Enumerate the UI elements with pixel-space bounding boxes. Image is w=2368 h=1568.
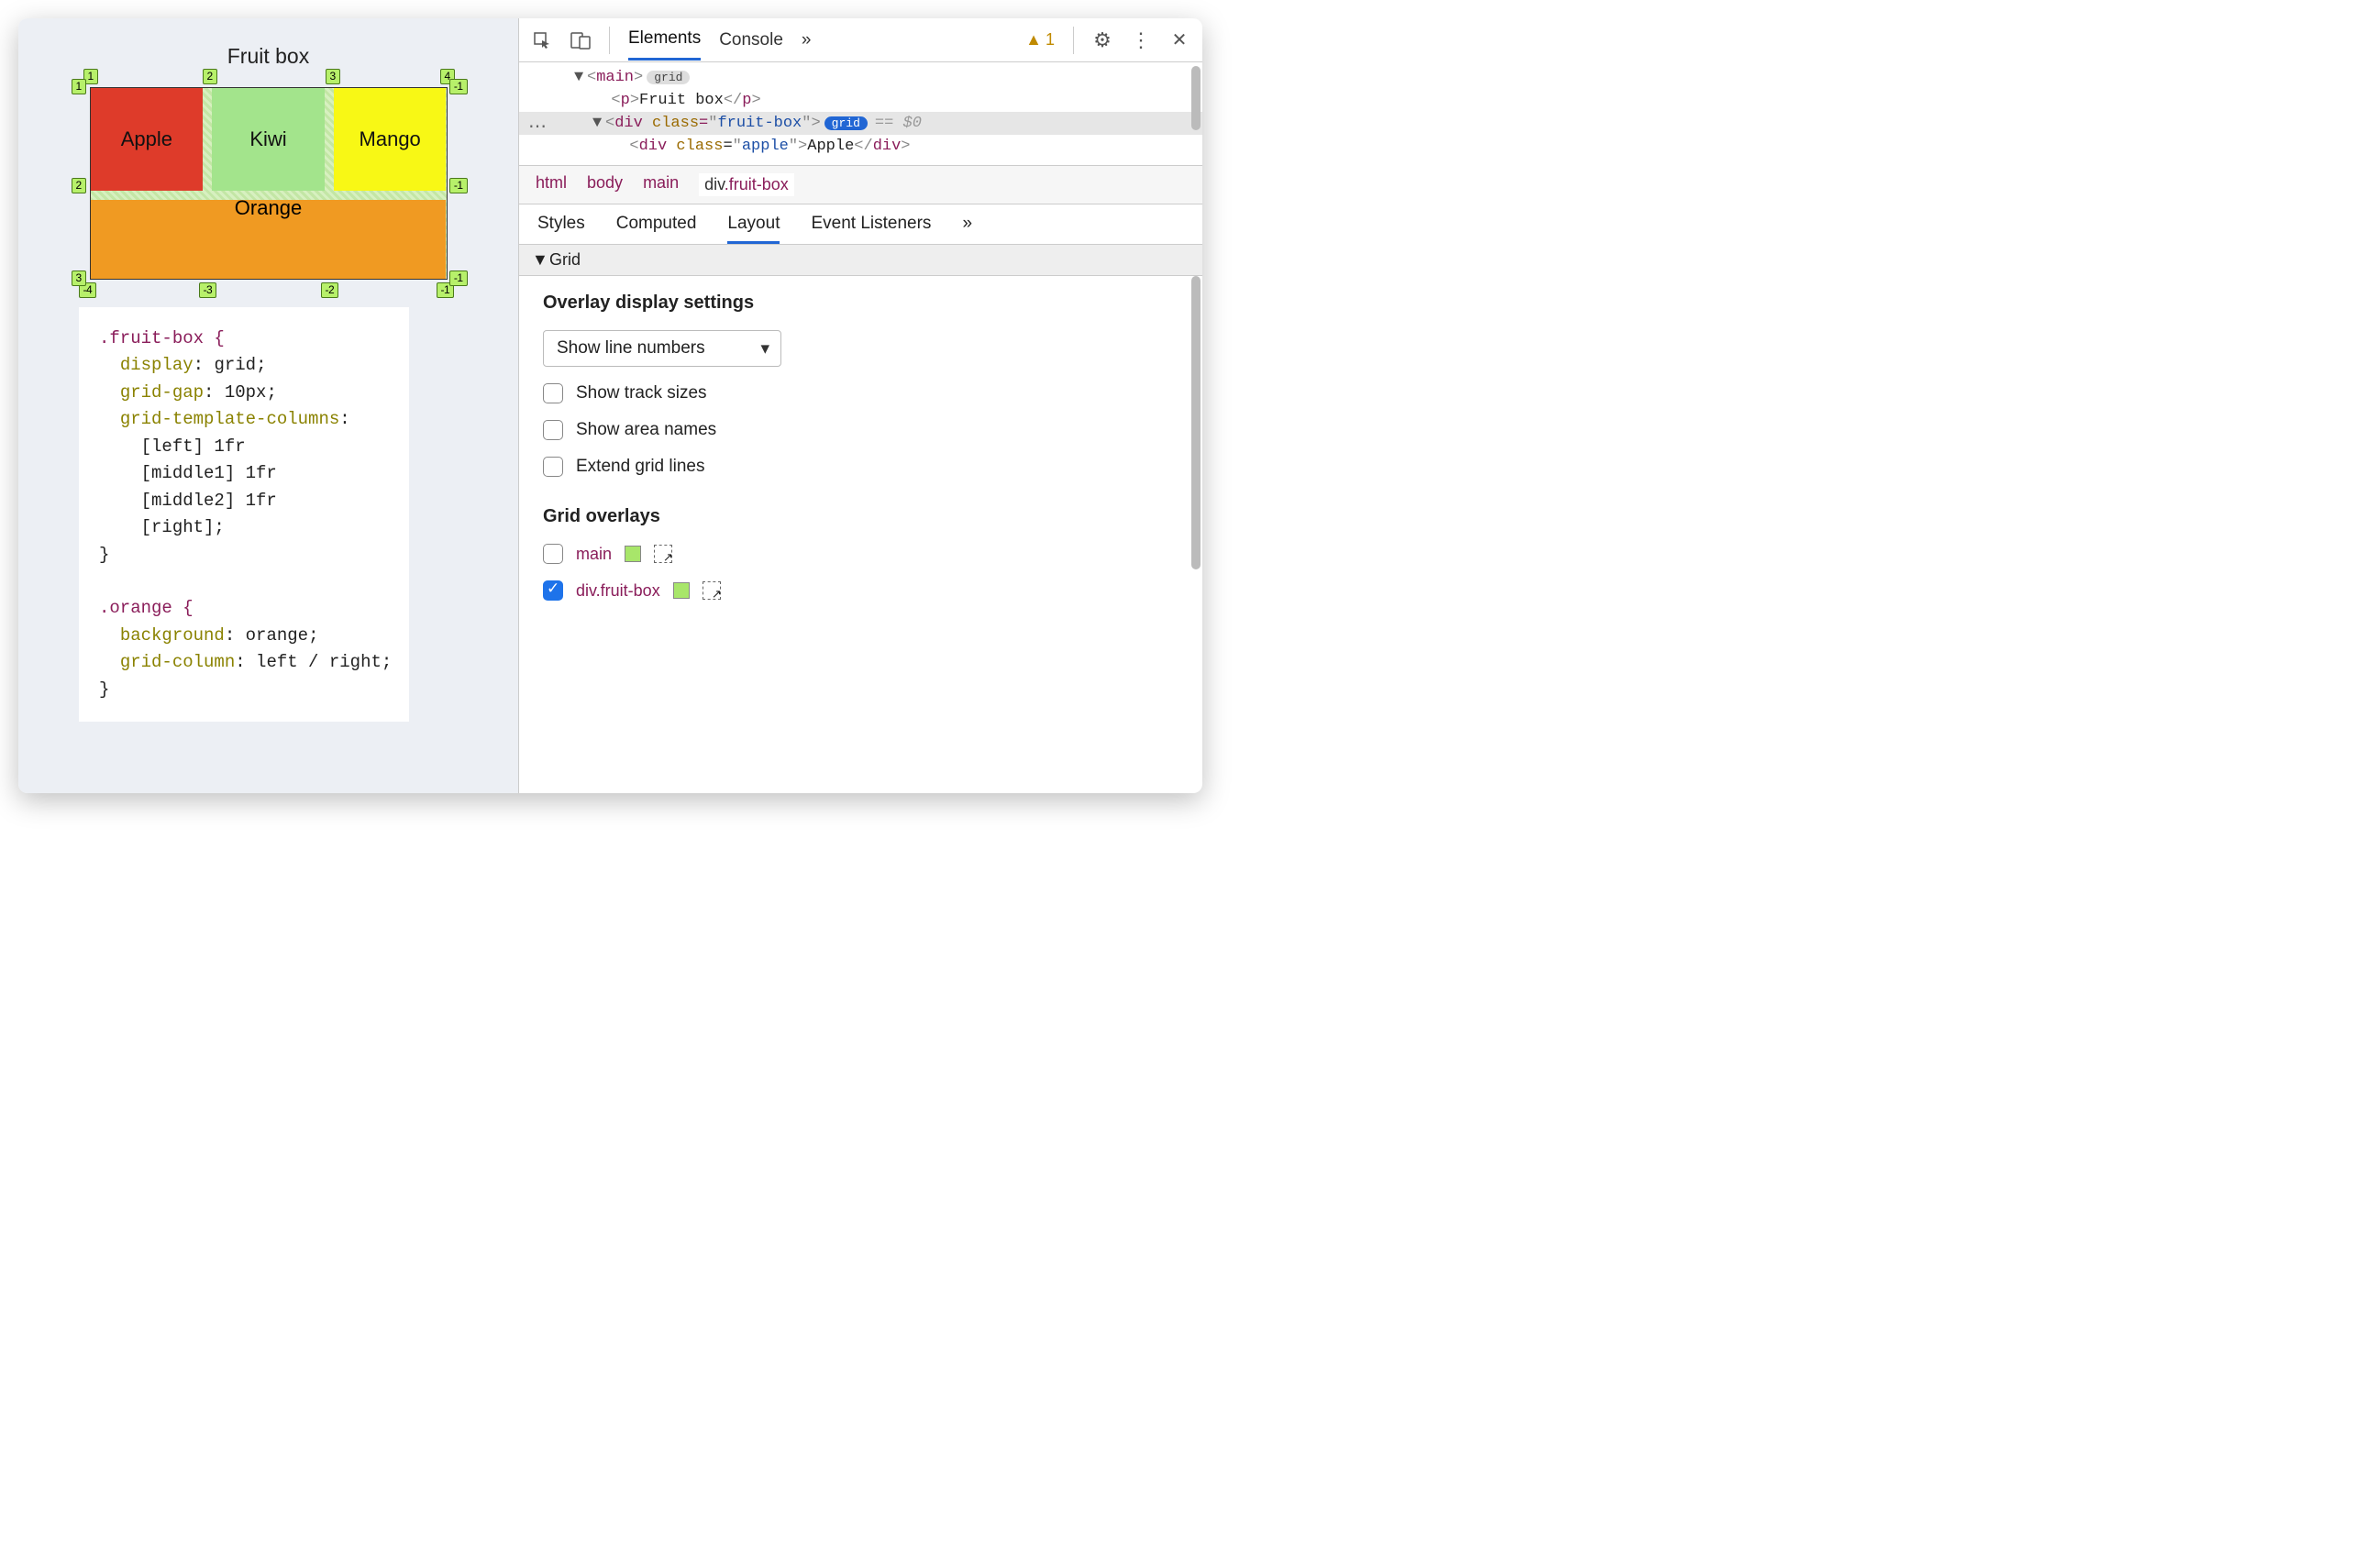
crumb-body[interactable]: body	[587, 173, 623, 196]
cell-orange[interactable]	[91, 200, 447, 279]
close-icon[interactable]: ✕	[1169, 30, 1190, 50]
devtools-toolbar: Elements Console » ▲ 1 ⚙ ⋮ ✕	[519, 18, 1202, 62]
grid-overlay-wrap: Apple Kiwi Mango Orange 1 2 3 4 -4 -3 -2…	[90, 87, 448, 280]
page-title: Fruit box	[227, 44, 309, 69]
grid-section-header[interactable]: ▼ Grid	[519, 245, 1202, 276]
inspect-icon[interactable]	[532, 30, 552, 50]
cell-kiwi[interactable]: Kiwi	[212, 88, 325, 191]
fruit-box-grid[interactable]: Apple Kiwi Mango Orange	[90, 87, 448, 280]
css-snippet: .fruit-box { display: grid; grid-gap: 10…	[79, 307, 409, 722]
grid-overlays-header: Grid overlays	[543, 506, 1178, 527]
rendered-page-pane: Fruit box Apple Kiwi Mango Orange 1 2 3 …	[18, 18, 518, 793]
grid-line-chip: 3	[72, 271, 87, 286]
color-swatch[interactable]	[673, 582, 690, 599]
highlight-element-icon[interactable]	[703, 581, 721, 600]
subtabs-more[interactable]: »	[962, 214, 972, 244]
checkbox-icon[interactable]	[543, 457, 563, 477]
subtab-event-listeners[interactable]: Event Listeners	[811, 214, 931, 244]
cell-mango[interactable]: Mango	[334, 88, 447, 191]
devtools-panel: Elements Console » ▲ 1 ⚙ ⋮ ✕ ▼<main>grid…	[518, 18, 1202, 793]
grid-line-chip: 2	[203, 69, 218, 84]
overlay-row-main[interactable]: main	[543, 544, 1178, 564]
overlay-label[interactable]: main	[576, 545, 612, 564]
grid-line-chip: 2	[72, 178, 87, 193]
gear-icon[interactable]: ⚙	[1092, 30, 1112, 50]
subtab-computed[interactable]: Computed	[616, 214, 697, 244]
tab-elements[interactable]: Elements	[628, 19, 701, 61]
cell-apple[interactable]: Apple	[91, 88, 204, 191]
grid-line-chip: -1	[449, 79, 468, 94]
layout-scrollbar[interactable]	[1190, 276, 1201, 617]
crumb-main[interactable]: main	[643, 173, 679, 196]
checkbox-icon[interactable]	[543, 420, 563, 440]
dom-node-main[interactable]: ▼<main>grid	[519, 66, 1202, 89]
grid-line-chip: -2	[321, 282, 339, 298]
subtab-layout[interactable]: Layout	[727, 214, 780, 244]
dom-scrollbar[interactable]	[1190, 62, 1201, 165]
crumb-fruit-box[interactable]: div.fruit-box	[699, 173, 794, 196]
grid-line-chip: -1	[449, 178, 468, 193]
tabs-more[interactable]: »	[802, 21, 812, 60]
check-area-names[interactable]: Show area names	[543, 420, 1178, 440]
grid-line-chip: -1	[449, 271, 468, 286]
warning-indicator[interactable]: ▲ 1	[1025, 30, 1055, 50]
grid-line-chip: 3	[326, 69, 341, 84]
line-label-select[interactable]: Show line numbers	[543, 330, 781, 367]
overlay-label[interactable]: div.fruit-box	[576, 581, 660, 601]
checkbox-icon[interactable]	[543, 383, 563, 403]
toolbar-separator	[609, 27, 610, 54]
styles-subtabs: Styles Computed Layout Event Listeners »	[519, 204, 1202, 245]
dom-node-p[interactable]: <p>Fruit box</p>	[519, 89, 1202, 112]
overlay-row-fruit-box[interactable]: div.fruit-box	[543, 580, 1178, 601]
layout-panel: Overlay display settings Show line numbe…	[519, 276, 1202, 617]
grid-line-chip: 1	[72, 79, 87, 94]
overlay-settings-header: Overlay display settings	[543, 293, 1178, 314]
dom-node-fruit-box[interactable]: ▼<div class="fruit-box">grid== $0	[519, 112, 1202, 135]
dom-breadcrumb[interactable]: html body main div.fruit-box	[519, 165, 1202, 204]
tab-console[interactable]: Console	[719, 21, 783, 60]
color-swatch[interactable]	[625, 546, 641, 562]
crumb-html[interactable]: html	[536, 173, 567, 196]
grid-line-chip: -3	[199, 282, 217, 298]
device-toggle-icon[interactable]	[570, 30, 591, 50]
grid-badge[interactable]: grid	[824, 116, 868, 130]
grid-badge[interactable]: grid	[647, 71, 690, 84]
toolbar-separator	[1073, 27, 1074, 54]
devtools-window: Fruit box Apple Kiwi Mango Orange 1 2 3 …	[18, 18, 1202, 793]
check-extend-lines[interactable]: Extend grid lines	[543, 457, 1178, 477]
subtab-styles[interactable]: Styles	[537, 214, 585, 244]
check-track-sizes[interactable]: Show track sizes	[543, 383, 1178, 403]
checkbox-icon[interactable]	[543, 580, 563, 601]
dom-tree[interactable]: ▼<main>grid <p>Fruit box</p> ▼<div class…	[519, 62, 1202, 165]
dom-node-apple[interactable]: <div class="apple">Apple</div>	[519, 135, 1202, 158]
highlight-element-icon[interactable]	[654, 545, 672, 563]
kebab-icon[interactable]: ⋮	[1131, 30, 1151, 50]
checkbox-icon[interactable]	[543, 544, 563, 564]
